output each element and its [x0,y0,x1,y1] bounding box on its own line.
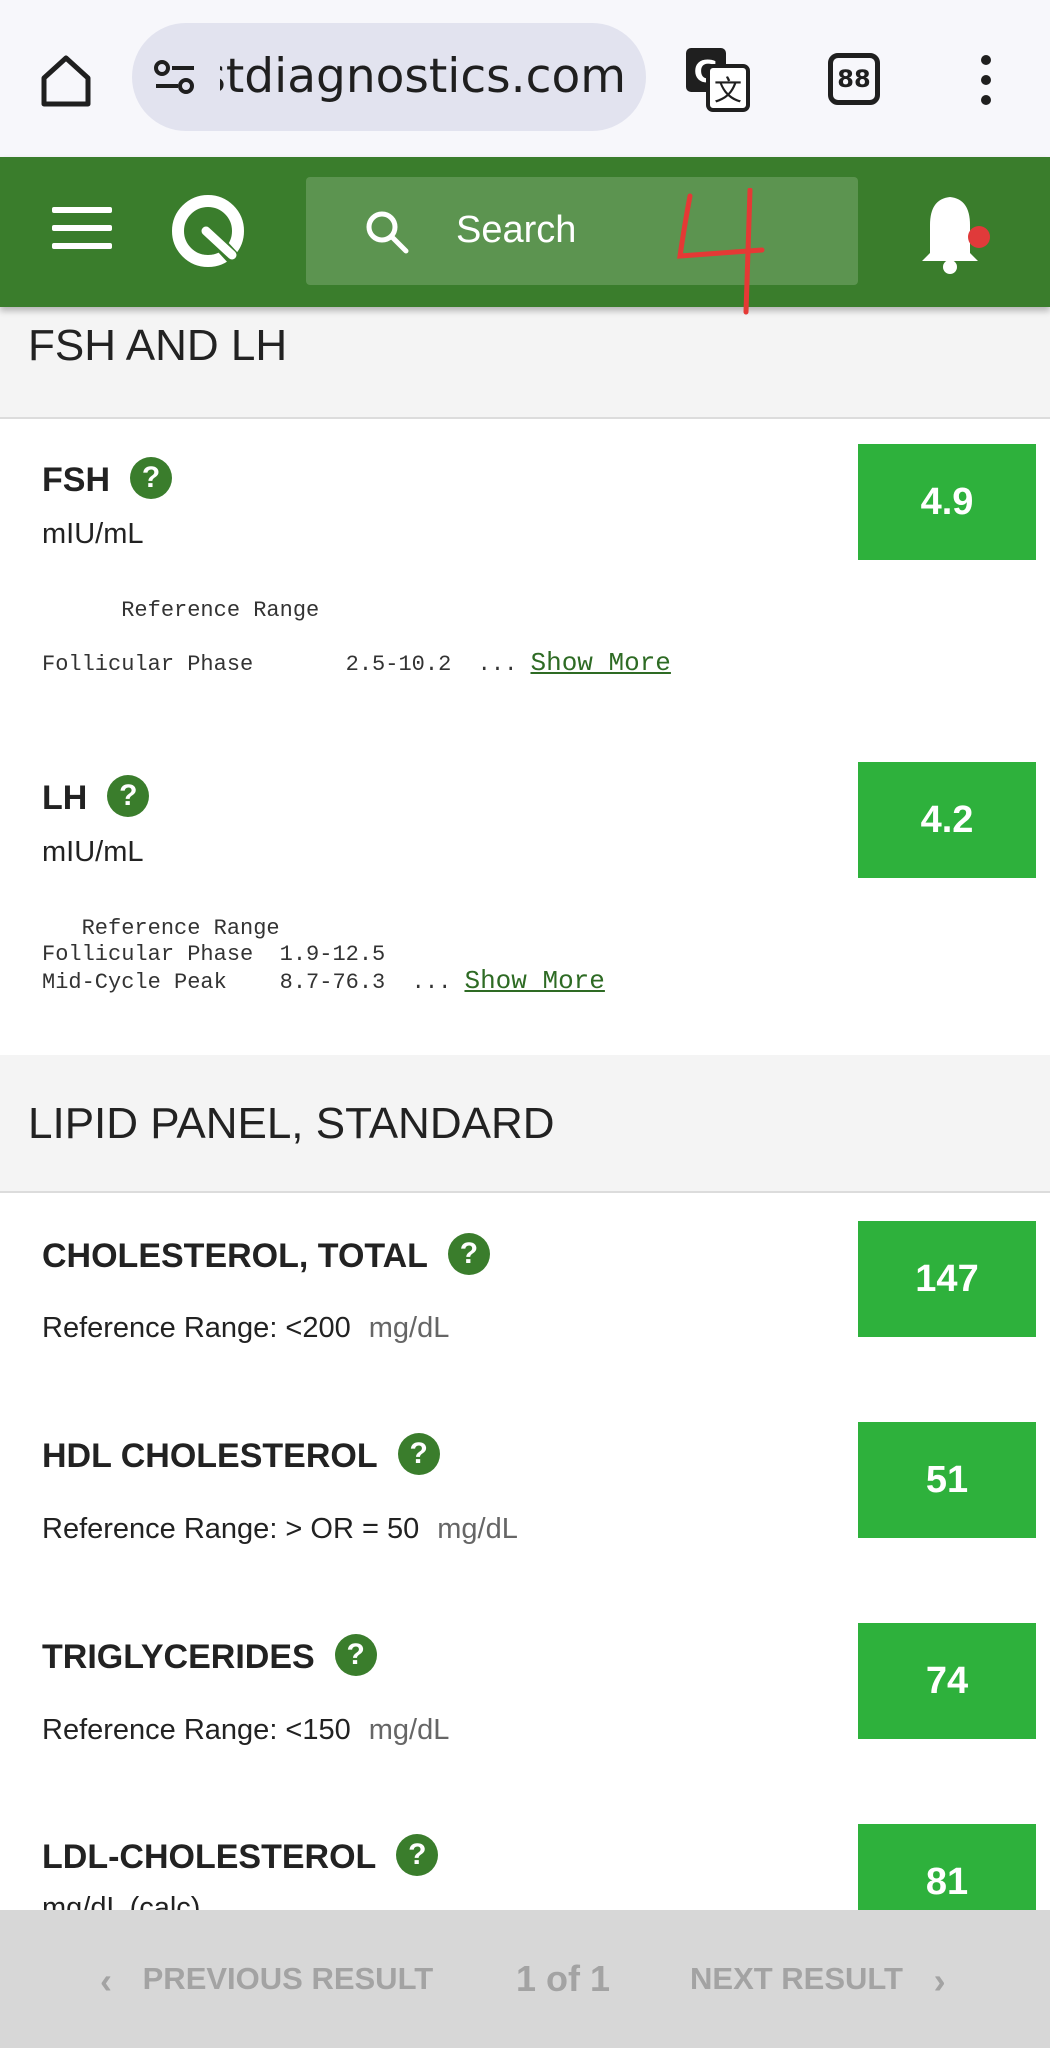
show-more-link[interactable]: Show More [530,648,670,678]
result-pager: ‹ PREVIOUS RESULT 1 of 1 NEXT RESULT › [0,1910,1050,2048]
svg-text:文: 文 [714,74,742,107]
url-text[interactable]: questdiagnostics.com [220,51,626,103]
previous-result-button[interactable]: ‹ PREVIOUS RESULT [100,1952,433,2008]
help-icon[interactable]: ? [334,1634,377,1677]
help-icon[interactable]: ? [396,1834,439,1877]
result-value: 4.9 [858,444,1036,560]
address-bar[interactable]: questdiagnostics.com [132,23,646,131]
result-unit: mg/dL [368,1312,450,1344]
help-icon[interactable]: ? [107,775,150,818]
tab-switcher-icon[interactable]: 88 [828,53,880,105]
translate-icon[interactable]: G 文 [684,46,750,112]
result-name: LH [42,779,88,817]
result-unit: mIU/mL [42,836,144,868]
result-unit: mg/dL [437,1513,518,1545]
reference-range: Reference Range Follicular Phase 2.5-10.… [42,598,671,678]
help-icon[interactable]: ? [447,1233,490,1276]
search-box[interactable]: Search [306,177,858,285]
next-result-button[interactable]: NEXT RESULT › [690,1952,946,2008]
result-value: 4.2 [858,762,1036,878]
reference-range: Reference Range: > OR = 50 mg/dL [42,1513,518,1545]
help-icon[interactable]: ? [130,457,172,500]
reference-range: Reference Range: <150 mg/dL [42,1714,450,1746]
more-vert-icon[interactable] [966,52,1006,108]
search-icon [366,211,409,254]
result-unit: mIU/mL [42,518,144,550]
help-icon[interactable]: ? [397,1433,440,1476]
result-unit: mg/dL [368,1714,450,1746]
reference-range: Reference Range: <200 mg/dL [42,1312,450,1344]
result-count: 1 of 1 [516,1958,611,1999]
result-name: LDL-CHOLESTEROL [42,1838,377,1876]
search-input[interactable]: Search [456,207,576,253]
bell-icon[interactable] [904,187,1004,277]
result-value: 74 [858,1623,1036,1739]
result-name: CHOLESTEROL, TOTAL [42,1237,428,1275]
site-settings-icon[interactable] [152,57,198,97]
hamburger-icon[interactable] [52,207,112,255]
result-value: 51 [858,1422,1036,1538]
quest-logo[interactable] [170,193,246,269]
result-name: TRIGLYCERIDES [42,1638,315,1676]
section-header: LIPID PANEL, STANDARD [0,1055,1050,1193]
reference-range: Reference Range Follicular Phase 1.9-12.… [42,916,605,996]
section-header: FSH AND LH [0,307,1050,419]
result-value: 147 [858,1221,1036,1337]
section-title: FSH AND LH [28,321,288,370]
home-icon[interactable] [36,50,96,110]
section-title: LIPID PANEL, STANDARD [28,1099,555,1148]
browser-toolbar: questdiagnostics.com G 文 88 [0,0,1050,157]
result-name: FSH [42,461,110,499]
show-more-link[interactable]: Show More [464,966,604,996]
chevron-right-icon: › [933,1959,946,2001]
app-header: Search [0,157,1050,307]
chevron-left-icon: ‹ [100,1959,112,2001]
result-name: HDL CHOLESTEROL [42,1437,378,1475]
